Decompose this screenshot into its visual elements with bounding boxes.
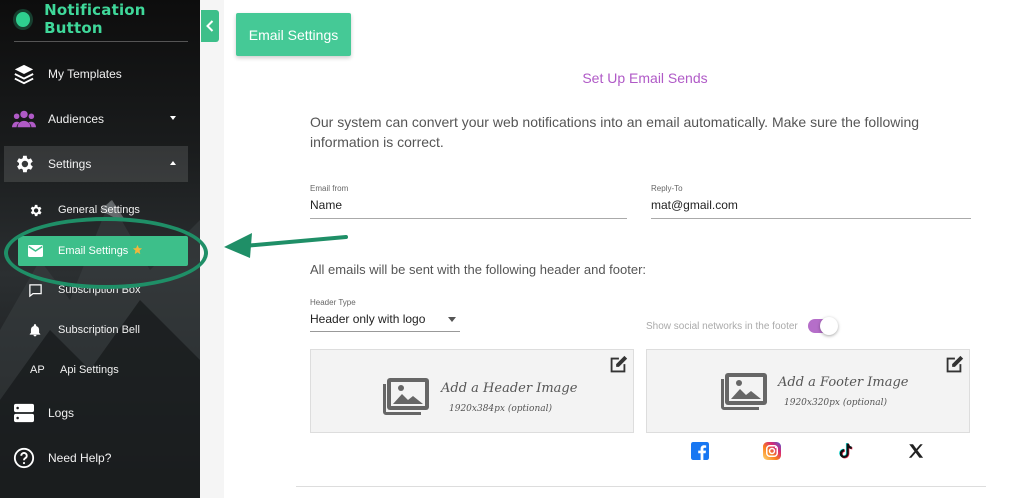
image-placeholder-icon <box>721 373 767 410</box>
instagram-icon[interactable] <box>763 442 781 460</box>
sidebar-item-label: Need Help? <box>48 451 112 465</box>
sidebar-subitem-label: Email Settings <box>58 245 129 257</box>
gear-icon <box>26 201 44 219</box>
intro-text: Our system can convert your web notifica… <box>310 114 920 150</box>
brand-logo-icon <box>16 11 31 27</box>
sidebar-subitem-label: Subscription Bell <box>58 324 140 336</box>
image-placeholder-icon <box>383 378 429 415</box>
header-image-title: Add a Header Image <box>441 381 578 396</box>
help-icon <box>12 446 36 470</box>
sidebar-subitem-subscription-box[interactable]: Subscription Box <box>18 275 188 305</box>
x-icon[interactable] <box>907 442 925 460</box>
header-footer-text: All emails will be sent with the followi… <box>310 262 647 277</box>
sidebar-subitem-subscription-bell[interactable]: Subscription Bell <box>18 315 188 345</box>
tiktok-icon[interactable] <box>836 442 854 460</box>
chevron-up-icon <box>170 161 176 165</box>
sidebar-subitem-label: Subscription Box <box>58 284 141 296</box>
email-from-input[interactable]: Name <box>310 198 627 219</box>
sidebar-item-label: My Templates <box>48 67 122 81</box>
star-icon <box>132 244 143 258</box>
footer-image-size: 1920x320px (optional) <box>784 398 888 408</box>
edit-icon[interactable] <box>943 354 965 376</box>
sidebar-subitem-email-settings[interactable]: Email Settings <box>18 236 188 266</box>
chat-icon <box>26 281 44 299</box>
sidebar-item-logs[interactable]: Logs <box>4 395 188 431</box>
header-type-dropdown[interactable]: Header only with logo <box>310 312 460 332</box>
gear-icon <box>12 152 36 176</box>
sidebar-subitem-label: Api Settings <box>60 364 119 376</box>
users-icon <box>12 107 36 131</box>
toggle-knob <box>819 317 838 335</box>
sidebar-item-label: Logs <box>48 406 75 420</box>
header-type-select[interactable]: Header Type Header only with logo <box>310 298 460 332</box>
header-image-size: 1920x384px (optional) <box>449 404 553 414</box>
email-from-field[interactable]: Email from Name <box>310 184 627 219</box>
sidebar-item-need-help[interactable]: Need Help? <box>4 440 188 476</box>
brand-title: Notification Button <box>44 1 146 37</box>
sidebar-collapse-button[interactable] <box>201 10 219 42</box>
layers-icon <box>12 62 36 86</box>
social-toggle-label: Show social networks in the footer <box>646 320 798 332</box>
footer-image-upload[interactable]: Add a Footer Image 1920x320px (optional) <box>646 349 970 433</box>
bottom-divider <box>296 486 986 487</box>
sidebar-item-audiences[interactable]: Audiences <box>4 101 188 137</box>
email-from-label: Email from <box>310 184 349 193</box>
facebook-icon[interactable] <box>691 442 709 460</box>
header-type-label: Header Type <box>310 298 356 307</box>
header-image-upload[interactable]: Add a Header Image 1920x384px (optional) <box>310 349 634 433</box>
sidebar-subitem-api-settings[interactable]: AP Api Settings <box>18 355 188 385</box>
sidebar-subitem-general-settings[interactable]: General Settings <box>18 195 188 225</box>
sidebar-subitem-label: General Settings <box>58 204 140 216</box>
reply-to-field[interactable]: Reply-To mat@gmail.com <box>651 184 971 219</box>
social-toggle-row: Show social networks in the footer <box>646 317 838 335</box>
chevron-left-icon <box>206 20 214 32</box>
api-prefix: AP <box>30 364 45 376</box>
social-toggle-switch[interactable] <box>807 317 838 335</box>
mail-icon <box>26 242 44 260</box>
reply-to-input[interactable]: mat@gmail.com <box>651 198 971 219</box>
chevron-down-icon <box>170 116 176 120</box>
footer-image-title: Add a Footer Image <box>778 375 909 390</box>
brand[interactable]: Notification Button <box>14 1 200 37</box>
section-subtitle: Set Up Email Sends <box>582 70 708 86</box>
sidebar-item-label: Settings <box>48 157 92 171</box>
sidebar-item-label: Audiences <box>48 112 105 126</box>
sidebar-item-settings[interactable]: Settings <box>4 146 188 182</box>
dropdown-arrow-icon <box>448 316 456 322</box>
header-type-value: Header only with logo <box>310 312 426 326</box>
server-icon <box>12 401 36 425</box>
bell-icon <box>26 321 44 339</box>
reply-to-label: Reply-To <box>651 184 683 193</box>
sidebar: Notification Button My Templates Audienc… <box>0 0 200 498</box>
edit-icon[interactable] <box>607 354 629 376</box>
brand-divider <box>14 41 188 42</box>
page-title: Email Settings <box>236 13 351 56</box>
sidebar-item-my-templates[interactable]: My Templates <box>4 56 188 92</box>
